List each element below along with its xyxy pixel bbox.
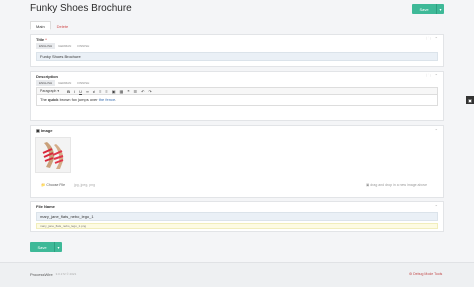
lang-tab-finnish[interactable]: FINNISH xyxy=(74,80,92,86)
table-icon[interactable]: ▦ xyxy=(120,89,124,94)
format-select[interactable]: Paragraph ▾ xyxy=(40,89,63,93)
lang-tab-german[interactable]: GERMAN xyxy=(55,80,74,86)
chevron-up-icon[interactable]: ⌃ xyxy=(435,204,438,209)
blockquote-icon[interactable]: ❝ xyxy=(127,89,129,94)
save-button-top[interactable]: Save ▾ xyxy=(412,4,444,14)
editor-text: The xyxy=(40,97,49,102)
italic-icon[interactable]: I xyxy=(74,89,75,94)
version-text: 3.0.172 © 2021 xyxy=(55,272,77,276)
footer: ProcessWire 3.0.172 © 2021 ⚙ Debug Mode … xyxy=(0,262,474,287)
shoe-image xyxy=(42,142,64,169)
title-label: Title xyxy=(36,36,45,42)
lang-tab-english[interactable]: ENGLISH xyxy=(36,43,56,49)
image-panel: ▣ Image ⌃ xyxy=(30,125,444,198)
required-mark: * xyxy=(45,36,47,42)
editor-bold-text: quick xyxy=(48,97,59,102)
title-panel-header[interactable]: Title * 🗀 ⌃ xyxy=(31,35,443,43)
side-panel-toggle[interactable]: ▣ xyxy=(466,96,474,104)
top-bar: Funky Shoes Brochure Save ▾ xyxy=(0,0,474,20)
source-icon[interactable]: ☰ xyxy=(133,89,137,94)
tab-main[interactable]: Main xyxy=(30,21,51,30)
chevron-down-icon[interactable]: ▾ xyxy=(54,242,62,252)
file-types-hint: jpg, jpeg, png xyxy=(74,183,96,187)
editor-text: brown fox jumps over xyxy=(58,97,99,102)
numbered-list-icon[interactable]: ≡ xyxy=(99,89,101,94)
bold-icon[interactable]: B xyxy=(67,89,70,94)
chevron-up-icon[interactable]: ⌃ xyxy=(435,128,438,133)
lang-tab-english[interactable]: ENGLISH xyxy=(36,80,56,86)
lang-tab-finnish[interactable]: FINNISH xyxy=(74,43,92,49)
file-name-panel-header[interactable]: File Name ⌃ xyxy=(31,202,443,210)
camera-icon: ▣ xyxy=(36,127,40,133)
unlink-icon[interactable]: ≠ xyxy=(93,89,95,94)
image-panel-header[interactable]: ▣ Image ⌃ xyxy=(31,126,443,134)
file-chooser: 📁 Choose File jpg, jpeg, png xyxy=(41,183,95,187)
save-button-bottom[interactable]: Save ▾ xyxy=(30,242,62,252)
file-name-panel: File Name ⌃ mary_jane_flats_nebo_lego_1 … xyxy=(30,201,444,232)
save-label: Save xyxy=(419,6,429,12)
folder-icon[interactable]: 🗀 xyxy=(427,73,431,80)
folder-icon[interactable]: 🗀 xyxy=(427,36,431,43)
image-thumbnail[interactable] xyxy=(35,137,71,173)
title-input[interactable]: Funky Shoes Brochure xyxy=(36,52,438,61)
bullet-list-icon[interactable]: ≡ xyxy=(105,89,107,94)
file-name-input[interactable]: mary_jane_flats_nebo_lego_1 xyxy=(36,212,438,221)
file-name-label: File Name xyxy=(36,203,55,209)
image-label: Image xyxy=(40,127,53,133)
editor-toolbar: Paragraph ▾ B I U ∞ ≠ ≡ ≡ ▣ ▦ ❝ ☰ ↶ ↷ xyxy=(36,87,438,95)
choose-file-button[interactable]: 📁 Choose File xyxy=(41,183,65,187)
image-icon[interactable]: ▣ xyxy=(112,89,116,94)
underline-icon[interactable]: U xyxy=(79,89,82,94)
tab-delete[interactable]: Delete xyxy=(51,21,75,30)
chevron-down-icon[interactable]: ▾ xyxy=(436,4,444,14)
footer-brand: ProcessWire 3.0.172 © 2021 xyxy=(30,272,76,277)
drop-hint: ▣ drag and drop in a new image above xyxy=(366,183,428,187)
description-panel-header[interactable]: Description 🗀 ⌃ xyxy=(31,72,443,80)
title-panel: Title * 🗀 ⌃ ENGLISH GERMAN FINNISH Funky … xyxy=(30,34,444,67)
brand-name: ProcessWire xyxy=(30,272,53,277)
save-label: Save xyxy=(37,244,47,250)
chevron-up-icon[interactable]: ⌃ xyxy=(435,73,438,80)
description-language-tabs: ENGLISH GERMAN FINNISH xyxy=(36,80,438,86)
redo-icon[interactable]: ↷ xyxy=(148,89,151,94)
editor-body[interactable]: The quick brown fox jumps over the fence… xyxy=(36,95,438,106)
chevron-up-icon[interactable]: ⌃ xyxy=(435,36,438,43)
description-label: Description xyxy=(36,73,59,79)
title-language-tabs: ENGLISH GERMAN FINNISH xyxy=(36,43,438,49)
page-tabs: Main Delete xyxy=(30,21,74,30)
lang-tab-german[interactable]: GERMAN xyxy=(55,43,74,49)
file-name-hint: mary_jane_flats_nebo_lego_1.png xyxy=(36,223,438,229)
undo-icon[interactable]: ↶ xyxy=(141,89,144,94)
editor-text: . xyxy=(115,97,117,102)
editor-link[interactable]: the fence xyxy=(99,97,115,102)
page-title: Funky Shoes Brochure xyxy=(30,3,132,14)
link-icon[interactable]: ∞ xyxy=(86,89,89,94)
description-panel: Description 🗀 ⌃ ENGLISH GERMAN FINNISH Pa… xyxy=(30,71,444,121)
debug-tools-link[interactable]: ⚙ Debug Mode Tools xyxy=(409,272,442,276)
